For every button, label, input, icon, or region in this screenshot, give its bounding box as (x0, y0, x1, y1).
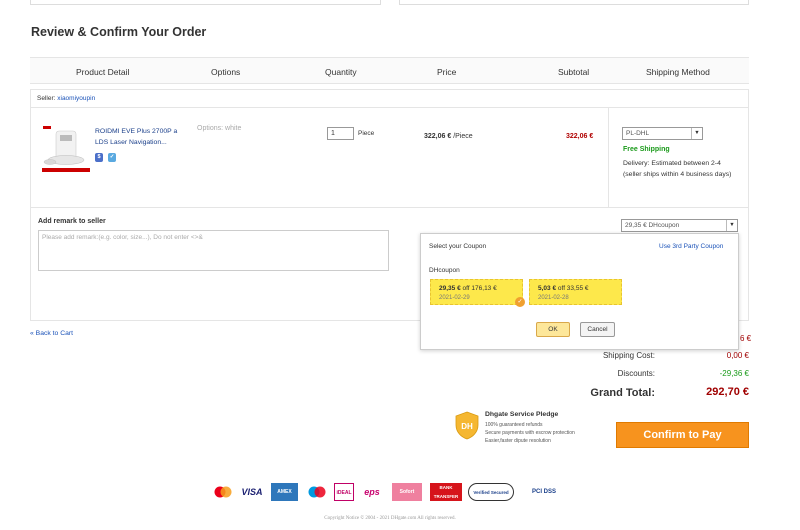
header-quantity: Quantity (325, 67, 357, 77)
product-name-link[interactable]: ROIDMI EVE Plus 2700P a LDS Laser Naviga… (95, 127, 181, 148)
security-badge-icon: $ (95, 153, 103, 162)
amex-logo: AMEX (271, 483, 298, 501)
visa-logo: VISA (241, 487, 263, 497)
pledge-line: Easier,faster dipute resolution (485, 438, 551, 444)
ideal-logo: iDEAL (334, 483, 354, 501)
quantity-input[interactable]: 1 (327, 127, 354, 140)
coupon-card[interactable]: 5,03 € off 33,55 € 2021-02-28 (529, 279, 622, 305)
table-header: Product Detail Options Quantity Price Su… (30, 57, 749, 84)
grand-total-value: 292,70 € (706, 386, 749, 398)
address-box-left (30, 0, 381, 5)
sofort-logo: Sofort (392, 483, 422, 501)
item-subtotal: 322,06 € (566, 133, 594, 140)
pledge-title: Dhgate Service Pledge (485, 411, 559, 418)
mastercard-logo (212, 483, 234, 501)
shield-icon: DH (455, 411, 479, 440)
remark-textarea[interactable]: Please add remark:(e.g. color, size...),… (38, 230, 389, 271)
shipping-method-select[interactable]: PL-DHL ▼ (622, 127, 703, 140)
confirm-to-pay-button[interactable]: Confirm to Pay (616, 422, 749, 448)
discounts-label: Discounts: (617, 369, 655, 378)
seller-row: Seller: xiaomiyoupin (30, 89, 749, 108)
free-shipping-label: Free Shipping (623, 146, 670, 153)
coupon-popup-title: Select your Coupon (429, 243, 487, 250)
check-icon: ✓ (515, 297, 525, 307)
eps-logo: eps (364, 487, 380, 497)
product-options: Options: white (197, 125, 242, 132)
shipping-cost-value: 0,00 € (726, 351, 749, 360)
seller-link[interactable]: xiaomiyoupin (57, 95, 95, 102)
verified-secured-logo: Verified Secured (468, 483, 514, 501)
coupon-group-label: DHcoupon (429, 267, 460, 274)
grand-total-label: Grand Total: (590, 387, 655, 399)
maestro-logo (306, 483, 328, 501)
unit-price: 322,06 € /Piece (424, 133, 473, 140)
pledge-line: Secure payments with escrow protection (485, 430, 575, 436)
discounts-value: -29,36 € (719, 369, 749, 378)
page-title: Review & Confirm Your Order (31, 25, 207, 39)
header-options: Options (211, 67, 241, 77)
quantity-unit: Piece (358, 130, 375, 137)
order-item-row (30, 107, 749, 208)
third-party-coupon-link[interactable]: Use 3rd Party Coupon (659, 243, 723, 250)
header-shipping-method: Shipping Method (646, 67, 710, 77)
shield-badge-icon: ✓ (108, 153, 116, 162)
shipping-cost-label: Shipping Cost: (602, 351, 655, 360)
chevron-down-icon: ▼ (691, 128, 702, 139)
pledge-line: 100% guaranteed refunds (485, 422, 543, 428)
chevron-down-icon: ▼ (726, 220, 737, 231)
coupon-select[interactable]: 29,35 € DHcoupon ▼ (621, 219, 738, 232)
product-image[interactable] (42, 124, 90, 174)
bank-transfer-logo: BANK TRANSFER (430, 483, 462, 501)
svg-text:DH: DH (461, 422, 473, 431)
pci-dss-logo: PCI DSS (531, 489, 556, 495)
delivery-estimate: Delivery: Estimated between 2-4 (seller … (623, 160, 732, 178)
address-box-right (399, 0, 749, 5)
coupon-card[interactable]: 29,35 € off 176,13 € 2021-02-29 (430, 279, 523, 305)
header-subtotal: Subtotal (558, 67, 590, 77)
header-price: Price (437, 67, 457, 77)
seller-label: Seller: xiaomiyoupin (37, 95, 96, 102)
coupon-ok-button[interactable]: OK (536, 322, 570, 337)
coupon-cancel-button[interactable]: Cancel (580, 322, 615, 337)
items-total-value: 6 € (740, 334, 752, 343)
header-product-detail: Product Detail (76, 67, 130, 77)
back-to-cart-link[interactable]: « Back to Cart (30, 330, 73, 337)
copyright-notice: Copyright Notice © 2004 - 2021 DHgate.co… (324, 516, 456, 521)
remark-label: Add remark to seller (38, 218, 106, 225)
